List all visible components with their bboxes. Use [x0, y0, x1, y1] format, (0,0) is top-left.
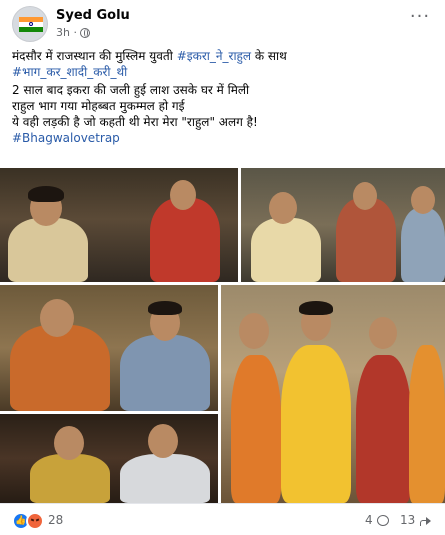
- photo-3-youth-figure: [120, 335, 210, 411]
- photo-grid: [0, 168, 445, 503]
- share-icon: [419, 515, 432, 526]
- more-options-button[interactable]: ···: [407, 8, 433, 32]
- photo-2-youth-head: [411, 186, 435, 214]
- photo-4-bride-head: [369, 317, 397, 349]
- photo-1[interactable]: [0, 168, 238, 282]
- post-line-1-suffix: के साथ: [251, 49, 287, 63]
- photo-3-youth-hair: [148, 301, 182, 315]
- photo-5-youth-figure: [120, 454, 210, 503]
- comment-icon: [376, 514, 389, 526]
- photo-4-man-left-figure: [231, 355, 281, 503]
- post-line-3: 2 साल बाद इकरा की जली हुई लाश उसके घर मे…: [12, 83, 250, 97]
- photo-4-man-left-head: [239, 313, 269, 349]
- photo-4-groom-hair: [299, 301, 333, 315]
- avatar[interactable]: [12, 6, 48, 42]
- post-line-1: मंदसौर में राजस्थान की मुस्लिम युवती #इक…: [12, 48, 437, 64]
- photo-3-woman-head: [40, 299, 74, 337]
- post-text: मंदसौर में राजस्थान की मुस्लिम युवती #इक…: [12, 48, 437, 146]
- photo-2-woman-head: [353, 182, 377, 210]
- avatar-chakra: [29, 22, 33, 26]
- photo-3-woman-figure: [10, 325, 110, 411]
- reaction-count[interactable]: 28: [48, 513, 63, 527]
- photo-2[interactable]: [241, 168, 445, 282]
- post-line-5: ये वही लड़की है जो कहती थी मेरा मेरा "रा…: [12, 115, 258, 129]
- share-count-value: 13: [400, 513, 416, 527]
- photo-5-woman-head: [54, 426, 84, 460]
- post-meta: 3h ·: [56, 26, 90, 39]
- author-name[interactable]: Syed Golu: [56, 8, 130, 23]
- share-count[interactable]: 13: [400, 513, 432, 527]
- photo-4-man-right-figure: [409, 345, 445, 503]
- avatar-flag-green: [19, 27, 43, 32]
- post-line-4: राहुल भाग गया मोहब्बत मुकम्मल हो गई: [12, 99, 185, 113]
- reaction-icons[interactable]: 👍: [12, 512, 48, 530]
- photo-2-woman-figure: [336, 198, 396, 282]
- photo-4[interactable]: [221, 285, 445, 503]
- photo-1-man-figure: [8, 218, 88, 282]
- photo-4-groom-figure: [281, 345, 351, 503]
- hashtag-ikra-rahul[interactable]: #इकरा_ने_राहुल: [177, 49, 251, 63]
- photo-1-woman-head: [170, 180, 196, 210]
- photo-4-bride-figure: [356, 355, 411, 503]
- post-header: Syed Golu 3h · ···: [0, 0, 445, 46]
- photo-2-youth-figure: [401, 208, 445, 282]
- photo-3[interactable]: [0, 285, 218, 411]
- hashtag-bhag-kar-shadi[interactable]: #भाग_कर_शादी_करी_थी: [12, 64, 437, 80]
- comment-count[interactable]: 4: [365, 513, 389, 527]
- photo-5[interactable]: [0, 414, 218, 503]
- globe-icon: [79, 27, 90, 38]
- hashtag-bhagwalovetrap[interactable]: #Bhagwalovetrap: [12, 130, 437, 146]
- photo-1-woman-figure: [150, 198, 220, 282]
- post-time[interactable]: 3h ·: [56, 26, 77, 39]
- photo-5-woman-figure: [30, 454, 110, 503]
- photo-2-man-figure: [251, 218, 321, 282]
- photo-1-man-hair: [28, 186, 64, 202]
- post-line-1-text: मंदसौर में राजस्थान की मुस्लिम युवती: [12, 49, 177, 63]
- reactions-bar: 👍 28 4 13: [0, 503, 445, 535]
- photo-5-youth-head: [148, 424, 178, 458]
- photo-2-man-head: [269, 192, 297, 224]
- angry-icon: [26, 512, 44, 530]
- comment-count-value: 4: [365, 513, 373, 527]
